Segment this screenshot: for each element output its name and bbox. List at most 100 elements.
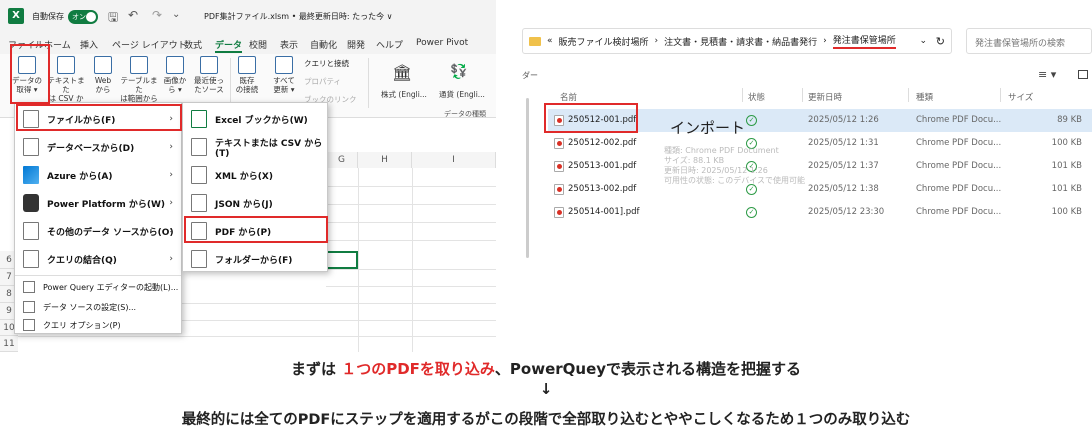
- xml-file-icon: [191, 166, 207, 184]
- tab-developer[interactable]: 開発: [347, 38, 365, 51]
- scrollbar[interactable]: [526, 98, 529, 258]
- chevron-right-icon: ›: [169, 142, 173, 152]
- search-input[interactable]: 発注書保管場所の検索: [966, 28, 1092, 54]
- breadcrumb-item[interactable]: 販売ファイル検討場所: [559, 35, 649, 48]
- column-name[interactable]: 名前: [560, 91, 577, 103]
- file-row[interactable]: 250512-002.pdf ✓ 2025/05/12 1:31 Chrome …: [548, 132, 1092, 155]
- breadcrumb-item[interactable]: 注文書・見積書・請求書・納品書発行: [664, 35, 817, 48]
- file-title[interactable]: PDF集計ファイル.xlsm • 最終更新日時: たった今 ∨: [204, 11, 393, 22]
- redo-icon[interactable]: ↷: [152, 8, 162, 22]
- menu-item-launch-pq-editor[interactable]: Power Query エディターの起動(L)...: [15, 277, 181, 297]
- file-type: Chrome PDF Docu...: [916, 161, 1002, 171]
- from-picture-button[interactable]: 画像か ら ▾: [162, 56, 188, 94]
- tab-data[interactable]: データ: [215, 38, 243, 53]
- tab-insert[interactable]: 挿入: [80, 38, 98, 51]
- sidebar-label[interactable]: ダー: [522, 70, 538, 81]
- text-file-icon: [191, 138, 207, 156]
- menu-item-data-source-settings[interactable]: データ ソースの設定(S)...: [15, 297, 181, 317]
- chevron-down-icon[interactable]: ⌄: [919, 36, 927, 46]
- menu-item-from-xml[interactable]: XML から(X): [183, 161, 327, 189]
- menu-item-combine-queries[interactable]: クエリの結合(Q) ›: [15, 245, 181, 273]
- pdf-file-icon: [554, 207, 564, 218]
- azure-icon: [23, 166, 39, 184]
- column-header-i[interactable]: I: [412, 152, 496, 168]
- file-size: 100 KB: [1051, 138, 1082, 148]
- tab-page-layout[interactable]: ページ レイアウト: [112, 38, 187, 51]
- from-web-button[interactable]: Web から: [90, 56, 116, 94]
- breadcrumb-separator: ›: [823, 36, 827, 46]
- active-cell[interactable]: [326, 251, 358, 269]
- power-platform-icon: [23, 194, 39, 212]
- folder-icon: [529, 36, 541, 46]
- autosave-toggle[interactable]: オン: [68, 10, 98, 24]
- chevron-right-icon: ›: [169, 170, 173, 180]
- caption-arrow: ↓: [539, 380, 553, 398]
- customize-qat-icon[interactable]: ⌄: [172, 9, 180, 20]
- undo-icon[interactable]: ↶: [128, 8, 138, 22]
- queries-connections-button[interactable]: クエリと接続: [304, 58, 349, 69]
- file-row[interactable]: 250514-001].pdf ✓ 2025/05/12 23:30 Chrom…: [548, 201, 1092, 224]
- menu-item-from-folder[interactable]: フォルダーから(F): [183, 245, 327, 273]
- ribbon-divider: [230, 58, 231, 108]
- menu-item-from-json[interactable]: JSON から(J): [183, 189, 327, 217]
- menu-item-from-power-platform[interactable]: Power Platform から(W) ›: [15, 189, 181, 217]
- file-size: 100 KB: [1051, 207, 1082, 217]
- column-header-g[interactable]: G: [326, 152, 358, 168]
- file-name: 250514-001].pdf: [568, 207, 640, 217]
- from-file-submenu: Excel ブックから(W) テキストまたは CSV から(T) XML から(…: [182, 102, 328, 272]
- menu-item-from-azure[interactable]: Azure から(A) ›: [15, 161, 181, 189]
- file-date: 2025/05/12 1:37: [808, 161, 879, 171]
- column-status[interactable]: 状態: [748, 91, 765, 103]
- refresh-icon[interactable]: ↻: [936, 35, 945, 48]
- save-icon[interactable]: 🖫: [108, 8, 118, 29]
- refresh-icon: [275, 56, 293, 74]
- file-type: Chrome PDF Docu...: [916, 115, 1002, 125]
- row-header[interactable]: 11: [0, 336, 18, 352]
- grid-line: [326, 186, 496, 187]
- breadcrumb-current[interactable]: 発注書保管場所: [832, 33, 896, 49]
- grid-line: [326, 286, 496, 287]
- breadcrumb-more[interactable]: «: [547, 36, 553, 46]
- tab-help[interactable]: ヘルプ: [376, 38, 403, 51]
- from-table-button[interactable]: テーブルまた は範囲から: [118, 56, 160, 103]
- recent-sources-button[interactable]: 最近使っ たソース: [192, 56, 226, 94]
- tab-view[interactable]: 表示: [280, 38, 298, 51]
- tab-formulas[interactable]: 数式: [184, 38, 202, 51]
- highlight-from-pdf: [184, 216, 328, 243]
- view-options-icon[interactable]: ≡ ▾: [1038, 68, 1056, 81]
- file-date: 2025/05/12 1:38: [808, 184, 879, 194]
- chevron-right-icon: ›: [169, 198, 173, 208]
- column-header-h[interactable]: H: [358, 152, 412, 168]
- preview-pane-icon[interactable]: [1078, 70, 1088, 79]
- column-size[interactable]: サイズ: [1008, 91, 1033, 103]
- menu-item-from-other-sources[interactable]: その他のデータ ソースから(O) ›: [15, 217, 181, 245]
- properties-button[interactable]: プロパティ: [304, 76, 341, 87]
- column-modified[interactable]: 更新日時: [808, 91, 842, 103]
- highlight-from-file: [16, 104, 182, 131]
- sync-status-icon: ✓: [746, 115, 757, 126]
- pdf-file-icon: [554, 138, 564, 149]
- address-bar[interactable]: « 販売ファイル検討場所 › 注文書・見積書・請求書・納品書発行 › 発注書保管…: [522, 28, 952, 54]
- refresh-all-button[interactable]: すべて 更新 ▾: [270, 56, 298, 94]
- existing-connections-button[interactable]: 既存 の接続: [234, 56, 260, 94]
- menu-item-from-excel[interactable]: Excel ブックから(W): [183, 105, 327, 133]
- menu-item-from-text-csv[interactable]: テキストまたは CSV から(T): [183, 133, 327, 161]
- other-sources-icon: [23, 222, 39, 240]
- file-size: 101 KB: [1051, 184, 1082, 194]
- editor-icon: [23, 281, 35, 293]
- menu-item-from-database[interactable]: データベースから(D) ›: [15, 133, 181, 161]
- tab-automate[interactable]: 自動化: [310, 38, 337, 51]
- file-name: 250513-001.pdf: [568, 161, 637, 171]
- menu-item-query-options[interactable]: クエリ オプション(P): [15, 315, 181, 335]
- column-type[interactable]: 種類: [916, 91, 933, 103]
- connection-icon: [238, 56, 256, 74]
- file-size: 89 KB: [1057, 115, 1082, 125]
- tab-power-pivot[interactable]: Power Pivot: [416, 38, 468, 48]
- tab-review[interactable]: 校閲: [249, 38, 267, 51]
- table-icon: [130, 56, 148, 74]
- web-icon: [94, 56, 112, 74]
- settings-icon: [23, 301, 35, 313]
- file-row[interactable]: 250513-001.pdf ✓ 2025/05/12 1:37 Chrome …: [548, 155, 1092, 178]
- file-type: Chrome PDF Docu...: [916, 184, 1002, 194]
- file-row[interactable]: 250513-002.pdf ✓ 2025/05/12 1:38 Chrome …: [548, 178, 1092, 201]
